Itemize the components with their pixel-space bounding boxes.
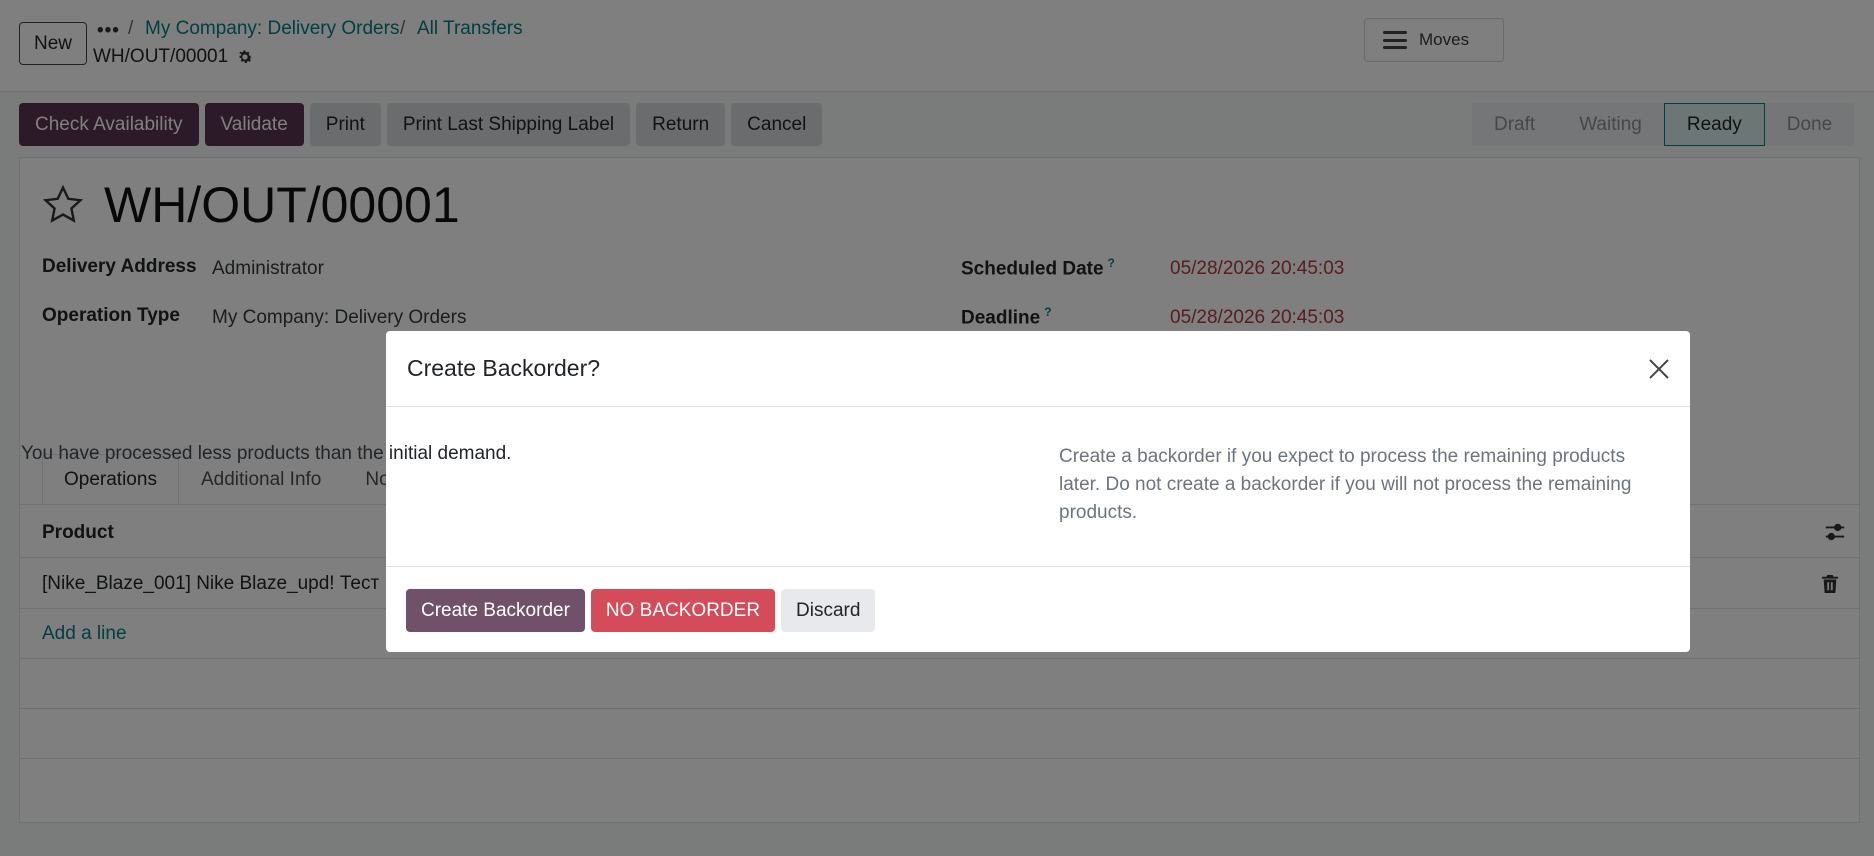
no-backorder-button[interactable]: NO BACKORDER: [590, 589, 776, 632]
dialog-header: Create Backorder?: [386, 331, 1690, 407]
close-icon[interactable]: [1648, 358, 1670, 380]
discard-button[interactable]: Discard: [781, 589, 876, 632]
dialog-help-text: Create a backorder if you expect to proc…: [1059, 446, 1632, 523]
dialog-footer: Create Backorder NO BACKORDER Discard: [406, 589, 876, 632]
divider: [386, 566, 1690, 567]
dialog-message: You have processed less products than th…: [21, 443, 512, 464]
dialog-title: Create Backorder?: [407, 355, 601, 381]
create-backorder-button[interactable]: Create Backorder: [406, 589, 585, 632]
